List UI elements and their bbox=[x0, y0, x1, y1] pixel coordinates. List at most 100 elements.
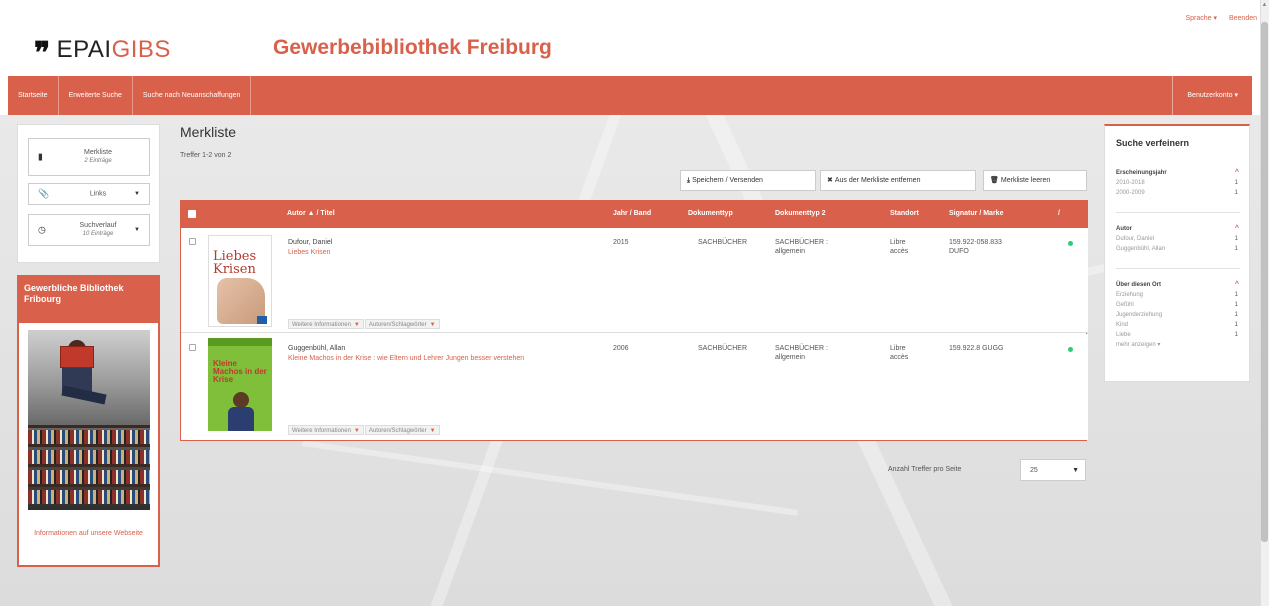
reading-person bbox=[58, 340, 107, 410]
col-signature[interactable]: Signatur / Marke bbox=[949, 200, 1003, 228]
col-location[interactable]: Standort bbox=[890, 200, 919, 228]
facet-item[interactable]: Kind 1 bbox=[1116, 320, 1240, 330]
logo-epai: EPAI bbox=[56, 36, 112, 63]
more-info-toggle[interactable]: Weitere Informationen ▼ bbox=[288, 319, 364, 329]
row-doctype: SACHBÜCHER bbox=[698, 345, 748, 352]
chevron-down-icon: ▼ bbox=[134, 227, 140, 233]
show-more-link[interactable]: mehr anzeigen ▾ bbox=[1116, 340, 1240, 350]
merkliste-box[interactable]: ▮ Merkliste 2 Einträge bbox=[28, 138, 150, 176]
col-doctype[interactable]: Dokumenttyp bbox=[688, 200, 733, 228]
close-icon: ✖ bbox=[827, 177, 833, 184]
results-table: Autor ▲ / Titel Jahr / Band Dokumenttyp … bbox=[180, 200, 1088, 441]
table-header: Autor ▲ / Titel Jahr / Band Dokumenttyp … bbox=[181, 200, 1088, 228]
promo-box: Gewerbliche Bibliothek Fribourg Informat… bbox=[17, 275, 160, 567]
authors-keywords-toggle[interactable]: Autoren/Schlagwörter ▼ bbox=[364, 425, 440, 435]
facet-item[interactable]: Gefühl 1 bbox=[1116, 300, 1240, 310]
facet-header[interactable]: Autor ^ bbox=[1116, 224, 1240, 234]
facet-item[interactable]: Dufour, Daniel 1 bbox=[1116, 234, 1240, 244]
row-checkbox[interactable] bbox=[189, 238, 196, 245]
history-count: 10 Einträge bbox=[82, 231, 114, 237]
chevron-up-icon: ^ bbox=[1234, 225, 1239, 232]
website-info-link[interactable]: Informationen auf unsere Webseite bbox=[23, 529, 154, 539]
library-title: Gewerbebibliothek Freiburg bbox=[273, 36, 552, 59]
paperclip-icon: 📎 bbox=[38, 188, 50, 199]
chevron-up-icon: ^ bbox=[1234, 169, 1239, 176]
row-year: 2015 bbox=[613, 239, 629, 246]
account-menu[interactable]: Benutzerkonto ▾ bbox=[1172, 76, 1252, 115]
links-dropdown[interactable]: 📎 Links ▼ bbox=[28, 183, 150, 205]
table-row: Liebes Krisen Dufour, Daniel Liebes Kris… bbox=[181, 228, 1088, 333]
col-doctype2[interactable]: Dokumenttyp 2 bbox=[775, 200, 826, 228]
facet-item[interactable]: Liebe 1 bbox=[1116, 330, 1240, 340]
facet-item[interactable]: Erziehung 1 bbox=[1116, 290, 1240, 300]
results-per-page-label: Anzahl Treffer pro Seite bbox=[888, 466, 962, 473]
book-cover[interactable]: Kleine Machos in der Krise bbox=[208, 338, 272, 431]
chevron-down-icon: ▼ bbox=[353, 428, 360, 434]
main-navbar: Startseite Erweiterte Suche Suche nach N… bbox=[8, 76, 1252, 115]
clock-icon: ◷ bbox=[38, 224, 46, 235]
row-location: Libre accès bbox=[890, 345, 909, 361]
row-tags: Weitere Informationen ▼ Autoren/Schlagwör… bbox=[288, 319, 441, 329]
available-indicator bbox=[1068, 241, 1073, 246]
row-tags: Weitere Informationen ▼ Autoren/Schlagwör… bbox=[288, 425, 441, 435]
logo[interactable]: ❞ EPAIGIBS bbox=[34, 30, 171, 71]
row-signature: 159.922-058.833 DUFO bbox=[949, 239, 1002, 255]
save-send-button[interactable]: ⤓ Speichern / Versenden bbox=[680, 170, 816, 191]
facet-item[interactable]: 2000-2009 1 bbox=[1116, 188, 1240, 198]
col-slash: / bbox=[1058, 210, 1060, 217]
authors-keywords-toggle[interactable]: Autoren/Schlagwörter ▼ bbox=[364, 319, 440, 329]
chevron-down-icon: ▼ bbox=[429, 428, 436, 434]
facet-place: Über diesen Ort ^ Erziehung 1 Gefühl 1 Juge… bbox=[1116, 280, 1240, 378]
logo-gibs: GIBS bbox=[111, 36, 171, 63]
row-title-link[interactable]: Liebes Krisen bbox=[288, 248, 588, 257]
chevron-up-icon: ^ bbox=[1234, 281, 1239, 288]
hit-count: Treffer 1-2 von 2 bbox=[180, 152, 232, 159]
facet-item[interactable]: Jugenderziehung 1 bbox=[1116, 310, 1240, 320]
chevron-down-icon: ▼ bbox=[353, 322, 360, 328]
logo-mark-icon: ❞ bbox=[34, 36, 51, 71]
row-title-link[interactable]: Kleine Machos in der Krise : wie Eltern … bbox=[288, 354, 568, 363]
facet-header[interactable]: Über diesen Ort ^ bbox=[1116, 280, 1240, 290]
table-row: Kleine Machos in der Krise Guggenbühl, A… bbox=[181, 334, 1088, 440]
chevron-down-icon: ▼ bbox=[134, 191, 140, 197]
facet-header[interactable]: Erscheinungsjahr ^ bbox=[1116, 168, 1240, 178]
merkliste-label: Merkliste bbox=[83, 149, 112, 156]
facet-item[interactable]: Guggenbühl, Allan 1 bbox=[1116, 244, 1240, 254]
links-label: Links bbox=[89, 190, 107, 198]
scroll-up-arrow-icon[interactable]: ▲ bbox=[1261, 2, 1268, 12]
book-cover[interactable]: Liebes Krisen bbox=[208, 235, 272, 327]
history-label: Suchverlauf bbox=[79, 222, 117, 229]
row-author: Guggenbühl, Allan bbox=[288, 345, 346, 352]
select-all-checkbox[interactable] bbox=[188, 210, 196, 218]
header: ❞ EPAIGIBS Gewerbebibliothek Freiburg bbox=[0, 0, 1260, 76]
results-per-page-select[interactable]: 25 ▼ bbox=[1020, 459, 1086, 481]
chevron-down-icon: ▼ bbox=[1072, 467, 1079, 474]
nav-home[interactable]: Startseite bbox=[8, 76, 59, 115]
refine-panel: Suche verfeinern Erscheinungsjahr ^ 2010-… bbox=[1104, 124, 1250, 382]
trash-icon: 🗑 bbox=[990, 177, 999, 184]
row-location: Libre accès bbox=[890, 239, 909, 255]
row-checkbox[interactable] bbox=[189, 344, 196, 351]
bookmark-icon: ▮ bbox=[38, 151, 43, 162]
clear-list-button[interactable]: 🗑 Merkliste leeren bbox=[983, 170, 1087, 191]
more-info-toggle[interactable]: Weitere Informationen ▼ bbox=[288, 425, 364, 435]
refine-title: Suche verfeinern bbox=[1116, 138, 1190, 148]
row-doctype2: SACHBÜCHER : allgemein bbox=[775, 239, 828, 255]
search-history-dropdown[interactable]: ◷ Suchverlauf 10 Einträge ▼ bbox=[28, 214, 150, 246]
cover-title: Liebes Krisen bbox=[213, 249, 257, 277]
nav-advanced-search[interactable]: Erweiterte Suche bbox=[59, 76, 133, 115]
row-year: 2006 bbox=[613, 345, 629, 352]
row-doctype2: SACHBÜCHER : allgemein bbox=[775, 345, 828, 361]
available-indicator bbox=[1068, 347, 1073, 352]
scrollbar-thumb[interactable] bbox=[1261, 22, 1268, 542]
facet-year: Erscheinungsjahr ^ 2010-2018 1 2000-2009 1 bbox=[1116, 168, 1240, 213]
facet-item[interactable]: 2010-2018 1 bbox=[1116, 178, 1240, 188]
col-author-title[interactable]: Autor ▲ / Titel bbox=[287, 200, 335, 228]
facet-author: Autor ^ Dufour, Daniel 1 Guggenbühl, Allan… bbox=[1116, 224, 1240, 269]
nav-new-acquisitions[interactable]: Suche nach Neuanschaffungen bbox=[133, 76, 252, 115]
remove-from-list-button[interactable]: ✖ Aus der Merkliste entfernen bbox=[820, 170, 976, 191]
col-year[interactable]: Jahr / Band bbox=[613, 200, 651, 228]
page-title: Merkliste bbox=[180, 124, 237, 140]
row-signature: 159.922.8 GUGG bbox=[949, 345, 1004, 352]
row-author: Dufour, Daniel bbox=[288, 239, 333, 246]
